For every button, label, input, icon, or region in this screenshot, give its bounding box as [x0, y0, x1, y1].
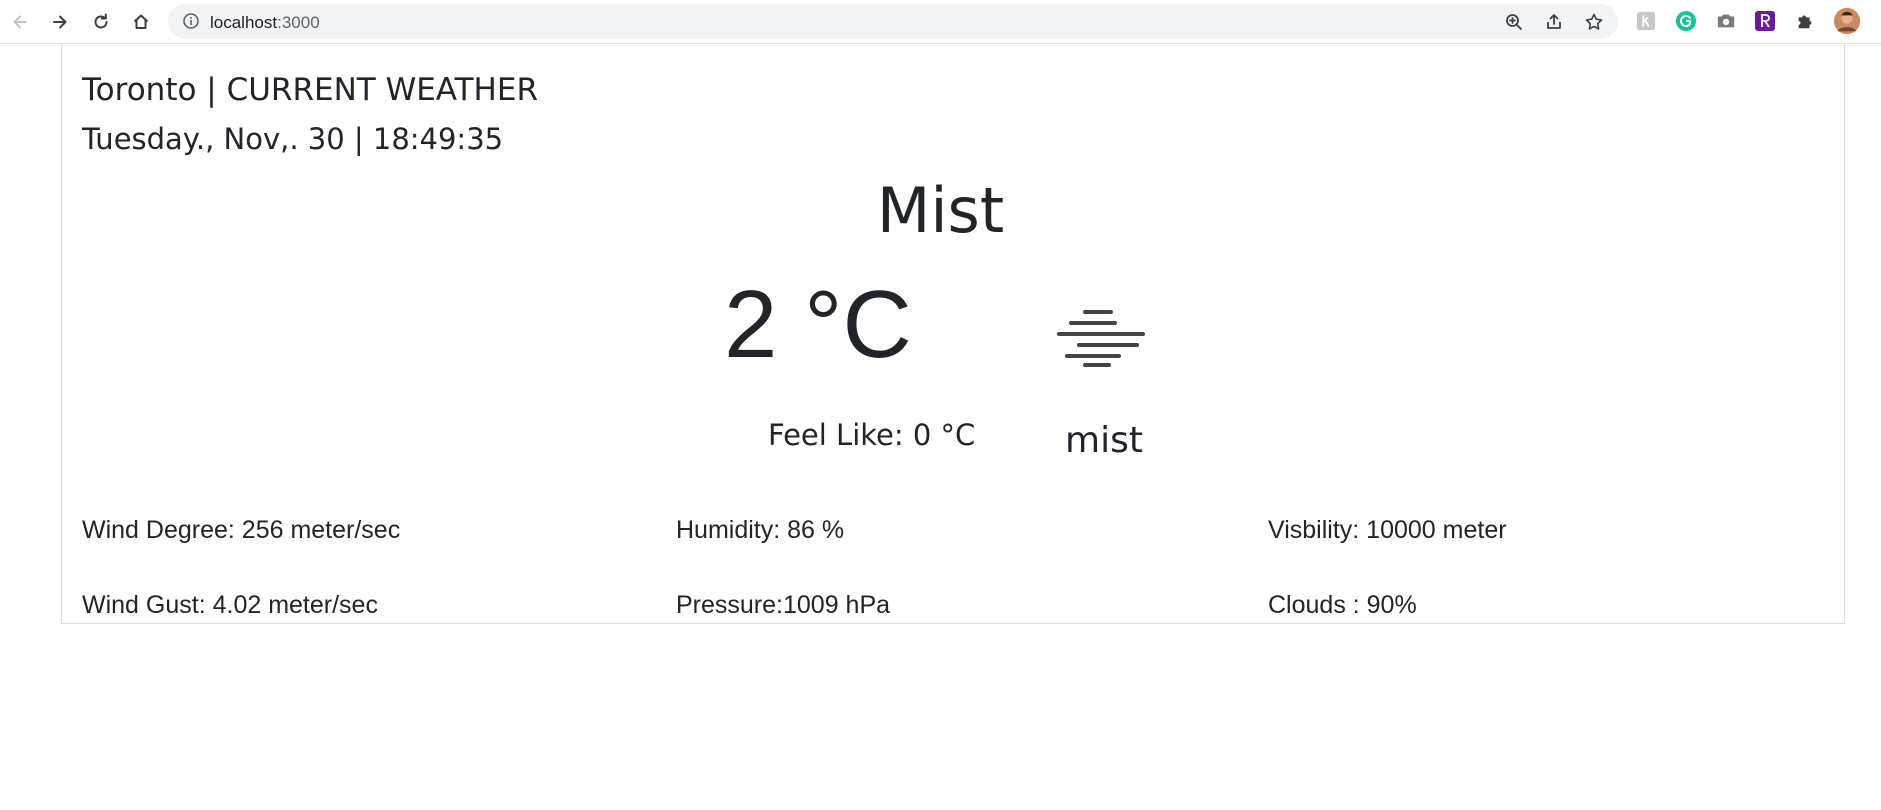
screenshot-extension-button[interactable] [1715, 10, 1737, 32]
star-icon [1585, 13, 1603, 30]
weather-description: mist [1065, 420, 1143, 461]
grammarly-button[interactable] [1675, 10, 1697, 32]
wind-gust: Wind Gust: 4.02 meter/sec [82, 591, 378, 619]
reload-icon [94, 13, 108, 29]
pressure: Pressure:1009 hPa [676, 591, 891, 619]
visibility: Visbility: 10000 meter [1268, 516, 1507, 544]
temperature: 2 °C [724, 271, 912, 378]
puzzle-icon [1798, 15, 1812, 29]
extension-k-button[interactable] [1635, 10, 1657, 32]
feels-like: Feel Like: 0 °C [768, 418, 976, 452]
mist-icon [1057, 310, 1145, 367]
back-button[interactable] [6, 8, 34, 36]
humidity: Humidity: 86 % [676, 516, 845, 544]
share-button[interactable] [1543, 11, 1565, 33]
profile-avatar[interactable] [1832, 6, 1862, 36]
url-host: localhost [210, 13, 278, 32]
share-icon [1547, 14, 1561, 29]
address-bar[interactable]: localhost:3000 [168, 4, 1618, 39]
extension-k-icon [1636, 11, 1656, 31]
city-heading: Toronto | CURRENT WEATHER [82, 72, 538, 108]
site-info-icon[interactable] [182, 12, 200, 30]
forward-arrow-icon [53, 15, 67, 29]
browser-toolbar: localhost:3000 [0, 0, 1881, 44]
zoom-icon [1506, 14, 1522, 30]
extensions-button[interactable] [1794, 10, 1816, 32]
wind-degree: Wind Degree: 256 meter/sec [82, 516, 401, 544]
avatar-icon [1833, 7, 1861, 35]
forward-button[interactable] [46, 8, 74, 36]
reload-button[interactable] [87, 8, 115, 36]
grammarly-icon [1676, 11, 1696, 31]
clouds: Clouds : 90% [1268, 591, 1417, 619]
bookmark-button[interactable] [1583, 11, 1605, 33]
url-port: :3000 [277, 13, 320, 32]
camera-icon [1717, 14, 1735, 28]
home-icon [133, 14, 149, 29]
current-datetime: Tuesday., Nov,. 30 | 18:49:35 [82, 122, 504, 156]
back-arrow-icon [13, 15, 27, 29]
extension-r-icon [1755, 11, 1775, 31]
zoom-button[interactable] [1503, 11, 1525, 33]
extension-r-button[interactable] [1754, 10, 1776, 32]
home-button[interactable] [127, 8, 155, 36]
url-text[interactable]: localhost:3000 [210, 13, 320, 33]
weather-condition-title: Mist [876, 174, 1005, 247]
